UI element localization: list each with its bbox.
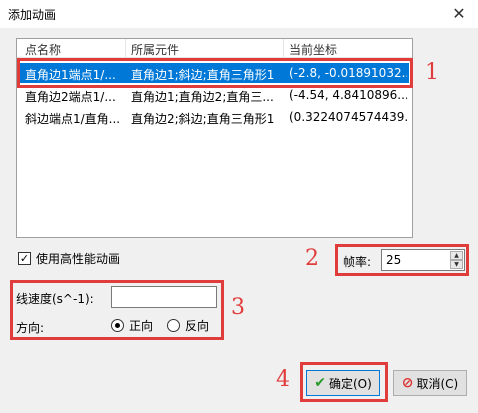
annotation-number-1: 1 <box>425 60 439 85</box>
cell-point-name: 直角边2端点1/... <box>25 90 116 104</box>
title-bar: 添加动画 ✕ <box>0 0 478 28</box>
fps-spinner[interactable]: 25 ▲ ▼ <box>381 249 465 271</box>
list-row[interactable]: 直角边2端点1/... 直角边1;直角边2;直角三... (-4.54, 4.8… <box>19 85 409 105</box>
ok-button-label: 确定(O) <box>328 376 372 391</box>
column-header-point-name[interactable]: 点名称 <box>25 41 61 58</box>
list-row[interactable]: 斜边端点1/直角... 直角边2;斜边;直角三角形1 (0.3224074574… <box>19 107 409 127</box>
direction-label: 方向: <box>16 321 45 335</box>
speed-label: 线速度(s^-1): <box>16 292 94 306</box>
close-button[interactable]: ✕ <box>446 2 472 24</box>
column-separator <box>283 39 284 58</box>
direction-forward-radio[interactable] <box>111 319 124 332</box>
cell-point-name: 直角边1端点1/... <box>25 68 116 82</box>
column-header-component[interactable]: 所属元件 <box>131 41 179 58</box>
direction-forward-option[interactable]: 正向 <box>111 317 153 334</box>
high-performance-label: 使用高性能动画 <box>36 252 121 266</box>
direction-reverse-option[interactable]: 反向 <box>167 317 209 334</box>
speed-input[interactable] <box>111 286 217 308</box>
annotation-number-2: 2 <box>305 246 319 271</box>
high-performance-checkbox[interactable]: ✓ <box>18 252 31 265</box>
checkmark-icon: ✔ <box>314 375 326 391</box>
column-header-coordinate[interactable]: 当前坐标 <box>289 41 337 58</box>
cell-component: 直角边2;斜边;直角三角形1 <box>131 112 275 126</box>
point-list[interactable]: 点名称 所属元件 当前坐标 直角边1端点1/... 直角边1;斜边;直角三角形1… <box>16 38 413 238</box>
cell-component: 直角边1;斜边;直角三角形1 <box>131 68 275 82</box>
annotation-number-4: 4 <box>276 367 290 392</box>
cell-coordinate: (0.3224074574439... <box>289 110 407 124</box>
list-row[interactable]: 直角边1端点1/... 直角边1;斜边;直角三角形1 (-2.8, -0.018… <box>19 63 409 83</box>
close-icon: ✕ <box>452 3 466 23</box>
ok-button[interactable]: ✔ 确定(O) <box>306 370 380 396</box>
cell-coordinate: (-4.54, 4.8410896... <box>289 88 407 102</box>
cell-component: 直角边1;直角边2;直角三... <box>131 90 274 104</box>
fps-value[interactable]: 25 <box>386 253 401 267</box>
cancel-icon: ⊘ <box>401 375 414 391</box>
dialog-body: 点名称 所属元件 当前坐标 直角边1端点1/... 直角边1;斜边;直角三角形1… <box>0 28 478 413</box>
window-title: 添加动画 <box>8 8 57 22</box>
fps-label: 帧率: <box>343 255 372 269</box>
list-header: 点名称 所属元件 当前坐标 <box>17 39 412 58</box>
cancel-button[interactable]: ⊘ 取消(C) <box>393 370 467 396</box>
direction-reverse-radio[interactable] <box>167 319 180 332</box>
direction-reverse-label: 反向 <box>185 319 210 333</box>
fps-spin-buttons: ▲ ▼ <box>450 251 463 269</box>
column-separator <box>125 39 126 58</box>
annotation-number-3: 3 <box>231 295 245 320</box>
cell-coordinate: (-2.8, -0.01891032... <box>289 66 407 80</box>
cell-point-name: 斜边端点1/直角... <box>25 112 121 126</box>
cancel-button-label: 取消(C) <box>416 376 459 391</box>
spin-down-icon[interactable]: ▼ <box>450 260 463 269</box>
direction-forward-label: 正向 <box>129 319 154 333</box>
high-performance-option[interactable]: ✓ 使用高性能动画 <box>18 250 120 267</box>
spin-up-icon[interactable]: ▲ <box>450 251 463 260</box>
